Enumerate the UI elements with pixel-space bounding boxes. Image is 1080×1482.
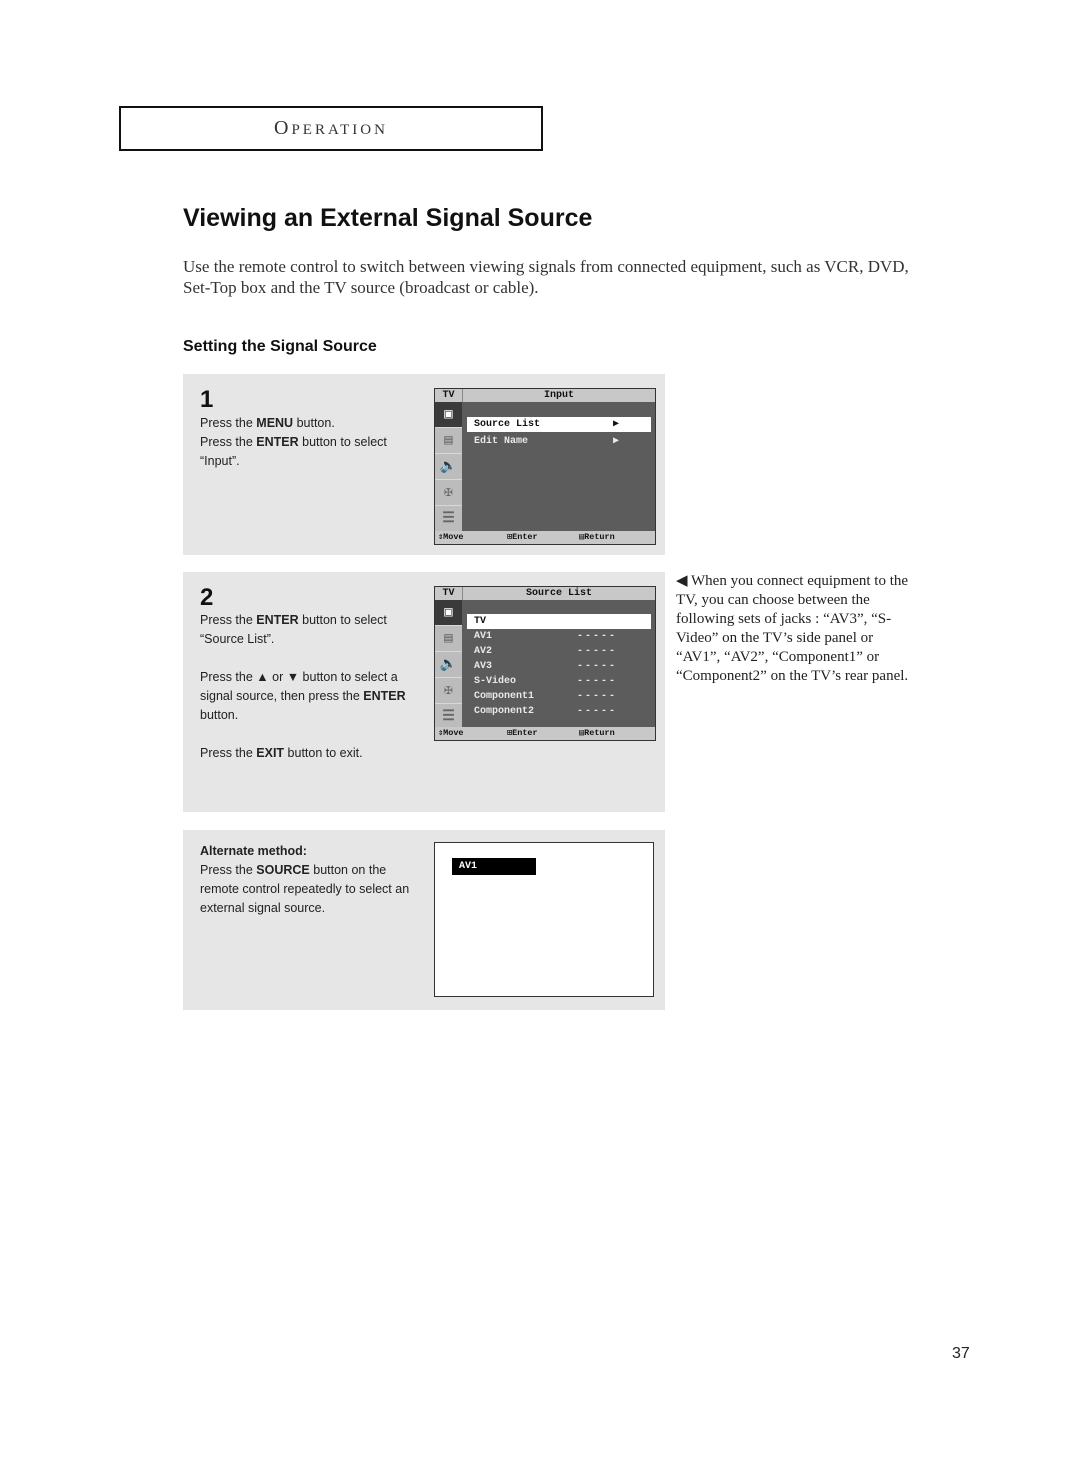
tv-screen-preview: AV1 bbox=[434, 842, 654, 997]
step1-line2: Press the ENTER button to select “Input”… bbox=[200, 435, 387, 468]
source-item-s-video[interactable]: S-Video ----- bbox=[467, 674, 651, 689]
osd-source-list-menu: TV Source List ▣ ▤ 🔈 ✠ ☰ TV AV1 ----- AV2-… bbox=[434, 586, 656, 741]
step2-para3: Press the EXIT button to exit. bbox=[200, 746, 363, 760]
arrow-right-icon: ▶ bbox=[612, 419, 619, 430]
page-number: 37 bbox=[952, 1345, 970, 1362]
source-item-av2[interactable]: AV2 ----- bbox=[467, 644, 651, 659]
intro-paragraph: Use the remote control to switch between… bbox=[183, 257, 909, 297]
step2-para1: Press the ENTER button to select “Source… bbox=[200, 613, 387, 646]
enter-hint: ⊞ Enter bbox=[507, 532, 538, 542]
osd-tv-label: TV bbox=[435, 389, 463, 402]
channel-antenna-icon: ✠ bbox=[435, 480, 462, 506]
return-hint: ▤ Return bbox=[579, 728, 615, 738]
step2-para2: Press the ▲ or ▼ button to select a sign… bbox=[200, 670, 406, 722]
return-hint: ▤ Return bbox=[579, 532, 615, 542]
osd-title: Input bbox=[543, 390, 574, 401]
step1-panel: 1 Press the MENU button. Press the ENTER… bbox=[183, 374, 665, 555]
input-icon: ▣ bbox=[435, 402, 462, 428]
page-title: Viewing an External Signal Source bbox=[183, 204, 593, 232]
side-note: ◀ When you connect equipment to the TV, … bbox=[676, 573, 909, 684]
alternate-heading: Alternate method: bbox=[200, 844, 307, 858]
picture-icon: ▤ bbox=[435, 428, 462, 454]
osd-item-source-list[interactable]: Source List ▶ bbox=[467, 417, 651, 432]
source-item-av3[interactable]: AV3 ----- bbox=[467, 659, 651, 674]
source-item-component2[interactable]: Component2 ----- bbox=[467, 704, 651, 719]
setup-sliders-icon: ☰ bbox=[435, 506, 462, 532]
step1-text: Press the MENU button. Press the ENTER b… bbox=[200, 414, 428, 471]
section-initial: O bbox=[274, 117, 292, 139]
enter-hint: ⊞ Enter bbox=[507, 728, 538, 738]
osd-footer: ⇕Move ⊞ Enter ▤ Return bbox=[435, 727, 655, 740]
input-icon: ▣ bbox=[435, 600, 462, 626]
alternate-text: Alternate method: Press the SOURCE butto… bbox=[200, 842, 428, 918]
picture-icon: ▤ bbox=[435, 626, 462, 652]
source-item-av1[interactable]: AV1 ----- bbox=[467, 629, 651, 644]
section-header-box: OPERATION bbox=[119, 106, 543, 151]
osd-sidebar: ▣ ▤ 🔈 ✠ ☰ bbox=[435, 402, 462, 532]
move-hint: ⇕Move bbox=[438, 728, 464, 738]
step2-panel: 2 Press the ENTER button to select “Sour… bbox=[183, 572, 665, 812]
sound-icon: 🔈 bbox=[435, 652, 462, 678]
osd-title: Source List bbox=[525, 588, 592, 599]
osd-item-edit-name[interactable]: Edit Name ▶ bbox=[467, 434, 651, 449]
step1-line1: Press the MENU button. bbox=[200, 416, 335, 430]
osd-footer: ⇕Move ⊞ Enter ▤ Return bbox=[435, 531, 655, 544]
move-hint: ⇕Move bbox=[438, 532, 464, 542]
osd-input-menu: TV Input ▣ ▤ 🔈 ✠ ☰ Source List ▶ Edit Name… bbox=[434, 388, 656, 545]
step2-text: Press the ENTER button to select “Source… bbox=[200, 611, 428, 763]
alternate-description: Press the SOURCE button on the remote co… bbox=[200, 863, 410, 915]
arrow-right-icon: ▶ bbox=[612, 436, 619, 447]
subsection-title: Setting the Signal Source bbox=[183, 338, 377, 355]
source-item-component1[interactable]: Component1 ----- bbox=[467, 689, 651, 704]
channel-antenna-icon: ✠ bbox=[435, 678, 462, 704]
osd-tv-label: TV bbox=[435, 587, 463, 600]
sound-icon: 🔈 bbox=[435, 454, 462, 480]
alternate-method-panel: Alternate method: Press the SOURCE butto… bbox=[183, 830, 665, 1010]
source-item-tv[interactable]: TV bbox=[467, 614, 651, 629]
step2-number: 2 bbox=[200, 584, 214, 611]
osd-sidebar: ▣ ▤ 🔈 ✠ ☰ bbox=[435, 600, 462, 730]
source-tag-av1: AV1 bbox=[452, 858, 536, 875]
step1-number: 1 bbox=[200, 386, 214, 413]
section-name: PERATION bbox=[291, 122, 388, 138]
